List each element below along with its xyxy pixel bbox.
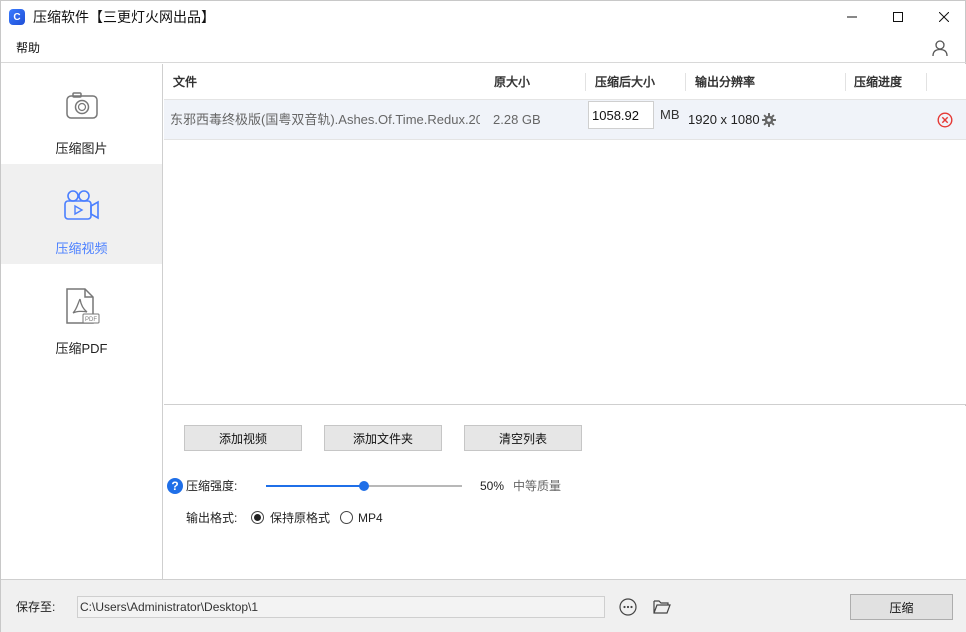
open-folder-icon[interactable] <box>653 599 671 615</box>
target-size-input[interactable] <box>588 101 654 129</box>
sidebar-item-label: 压缩视频 <box>55 241 108 256</box>
maximize-icon <box>893 12 903 22</box>
close-icon <box>939 12 949 22</box>
column-header-compressed-size: 压缩后大小 <box>595 75 656 89</box>
file-name-cell: 东邪西毒终极版(国粤双音轨).Ashes.Of.Time.Redux.20... <box>170 112 480 127</box>
sidebar-item-label: 压缩图片 <box>55 141 108 156</box>
slider-fill <box>266 485 364 487</box>
menu-help[interactable]: 帮助 <box>16 39 40 56</box>
resolution-cell: 1920 x 1080 <box>688 112 760 127</box>
quality-label: 中等质量 <box>513 479 562 493</box>
user-account-icon[interactable] <box>931 39 949 57</box>
radio-keep-format-label[interactable]: 保持原格式 <box>270 510 330 526</box>
column-divider <box>926 73 927 91</box>
help-question-icon[interactable]: ? <box>167 478 183 494</box>
strength-slider[interactable] <box>266 481 462 491</box>
pdf-file-icon: PDF <box>62 286 102 326</box>
menu-bar: 帮助 <box>1 33 966 63</box>
compress-button[interactable]: 压缩 <box>850 594 953 620</box>
radio-mp4[interactable] <box>340 511 353 524</box>
save-to-label: 保存至: <box>16 600 56 614</box>
original-size-cell: 2.28 GB <box>493 112 541 127</box>
camera-icon <box>62 86 102 126</box>
column-header-original-size: 原大小 <box>494 75 531 89</box>
column-header-resolution: 输出分辨率 <box>695 75 756 89</box>
remove-file-icon[interactable] <box>937 112 953 128</box>
app-window: C 压缩软件【三更灯火网出品】 帮助 压缩图片 压缩视频 PDF 压缩PDF 文… <box>0 0 966 632</box>
sidebar-item-label: 压缩PDF <box>55 341 108 356</box>
table-row[interactable]: 东邪西毒终极版(国粤双音轨).Ashes.Of.Time.Redux.20...… <box>164 100 966 140</box>
sidebar-item-compress-pdf[interactable]: PDF 压缩PDF <box>1 264 162 364</box>
radio-keep-format[interactable] <box>251 511 264 524</box>
maximize-button[interactable] <box>875 1 921 33</box>
add-folder-button[interactable]: 添加文件夹 <box>324 425 442 451</box>
window-controls <box>829 1 966 33</box>
save-path-input[interactable] <box>77 596 605 618</box>
table-header: 文件 原大小 压缩后大小 输出分辨率 压缩进度 <box>164 64 966 100</box>
sidebar-item-compress-image[interactable]: 压缩图片 <box>1 64 162 164</box>
sidebar-item-compress-video[interactable]: 压缩视频 <box>1 164 162 264</box>
controls-panel: 添加视频 添加文件夹 清空列表 ? 压缩强度: 50% 中等质量 输出格式: 保… <box>164 406 966 579</box>
gear-icon[interactable] <box>762 113 776 127</box>
column-header-file: 文件 <box>173 75 198 89</box>
strength-label: 压缩强度: <box>186 479 238 493</box>
window-title: 压缩软件【三更灯火网出品】 <box>33 9 215 25</box>
minimize-icon <box>847 16 857 18</box>
strength-percent: 50% <box>480 479 505 493</box>
minimize-button[interactable] <box>829 1 875 33</box>
video-camera-icon <box>62 186 102 226</box>
svg-text:PDF: PDF <box>85 317 97 323</box>
format-label: 输出格式: <box>186 511 238 525</box>
file-table: 文件 原大小 压缩后大小 输出分辨率 压缩进度 东邪西毒终极版(国粤双音轨).A… <box>164 64 966 405</box>
column-header-progress: 压缩进度 <box>854 75 903 89</box>
bottom-bar: 保存至: 压缩 <box>1 579 966 632</box>
more-options-icon[interactable] <box>619 598 637 616</box>
app-logo-icon: C <box>9 9 25 25</box>
target-size-unit: MB <box>660 107 680 122</box>
close-window-button[interactable] <box>921 1 966 33</box>
clear-list-button[interactable]: 清空列表 <box>464 425 582 451</box>
add-video-button[interactable]: 添加视频 <box>184 425 302 451</box>
slider-thumb[interactable] <box>359 481 369 491</box>
radio-mp4-label[interactable]: MP4 <box>358 510 383 526</box>
sidebar: 压缩图片 压缩视频 PDF 压缩PDF <box>1 64 163 579</box>
title-bar: C 压缩软件【三更灯火网出品】 <box>1 1 966 33</box>
